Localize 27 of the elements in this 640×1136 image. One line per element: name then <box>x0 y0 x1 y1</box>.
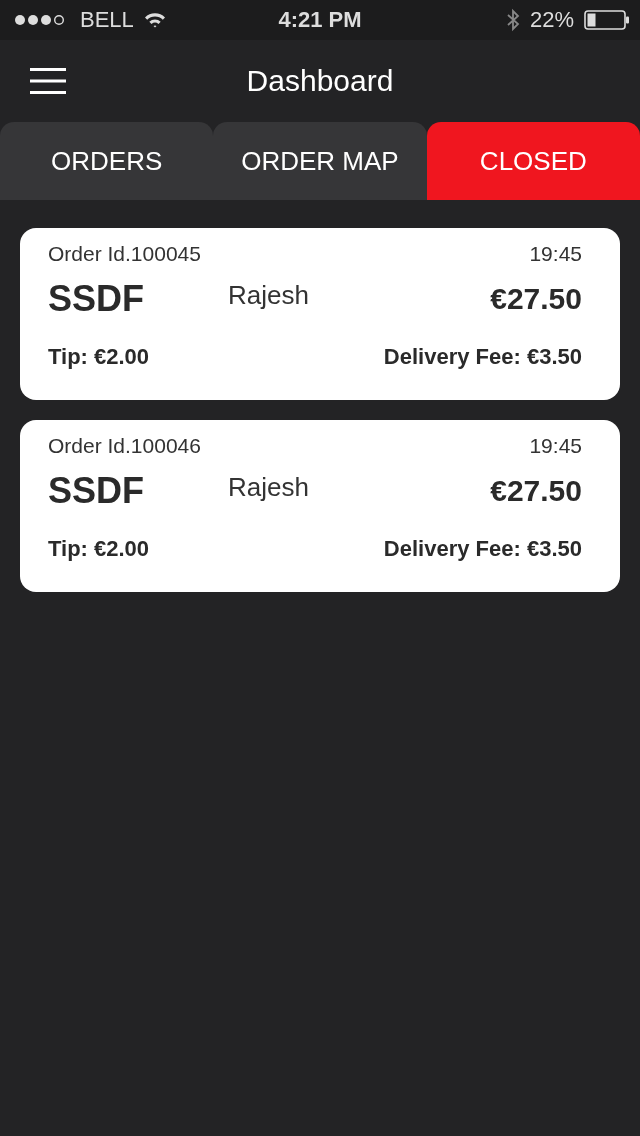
delivery-fee: Delivery Fee: €3.50 <box>383 344 582 370</box>
bluetooth-icon <box>505 8 520 32</box>
delivery-fee: Delivery Fee: €3.50 <box>383 536 582 562</box>
status-time: 4:21 PM <box>278 7 362 33</box>
order-card[interactable]: Order Id.100045 19:45 SSDF Rajesh €27.50 Tip: €2.00 Delivery Fee: €3.50 <box>20 228 620 400</box>
order-id: Order Id.100045 <box>48 242 201 266</box>
tab[interactable]: ORDERS <box>0 122 214 200</box>
order-time: 19:45 <box>529 242 582 266</box>
tip-amount: Tip: €2.00 <box>48 344 150 370</box>
tab[interactable]: ORDER MAP <box>213 122 427 200</box>
page-title: Dashboard <box>246 64 394 98</box>
tip-amount: Tip: €2.00 <box>48 536 150 562</box>
order-name: SSDF <box>48 470 145 512</box>
menu-icon[interactable] <box>30 67 66 95</box>
order-name: SSDF <box>48 278 145 320</box>
order-card[interactable]: Order Id.100046 19:45 SSDF Rajesh €27.50 Tip: €2.00 Delivery Fee: €3.50 <box>20 420 620 592</box>
order-total: €27.50 <box>490 282 582 316</box>
tab[interactable]: CLOSED <box>426 122 640 200</box>
battery-percent: 22% <box>529 7 574 33</box>
customer-name: Rajesh <box>228 279 310 311</box>
battery-icon <box>584 10 630 30</box>
wifi-icon <box>143 12 166 28</box>
order-total: €27.50 <box>490 474 582 508</box>
carrier-name: BELL <box>80 7 134 33</box>
order-id: Order Id.100046 <box>48 434 201 458</box>
customer-name: Rajesh <box>228 471 310 503</box>
order-time: 19:45 <box>529 434 582 458</box>
